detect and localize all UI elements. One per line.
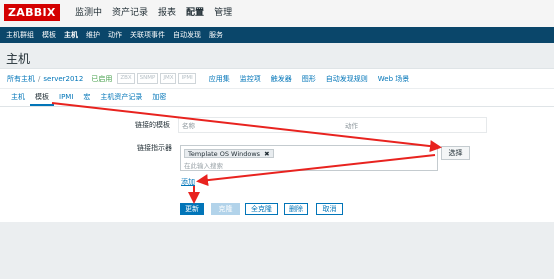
selected-template-name: Template OS Windows [188, 150, 261, 158]
full-clone-button[interactable]: 全克隆 [245, 203, 278, 215]
jmx-availability-badge: JMX [160, 73, 177, 84]
linked-templates-label: 链接的模板 [135, 121, 170, 129]
top-menu-administration[interactable]: 管理 [209, 0, 237, 27]
ipmi-availability-badge: IPMI [178, 73, 196, 84]
top-menu: 监测中 资产记录 报表 配置 管理 [70, 0, 237, 27]
link-indicator-label: 链接指示器 [137, 144, 172, 152]
sub-menu-actions[interactable]: 动作 [104, 27, 126, 43]
link-discovery-rules[interactable]: 自动发现规则 [321, 74, 373, 84]
link-web-scenarios[interactable]: Web 场景 [373, 74, 415, 84]
tab-templates[interactable]: 模板 [30, 89, 54, 106]
sub-menu-host-groups[interactable]: 主机群组 [2, 27, 38, 43]
host-tabs: 主机 模板 IPMI 宏 主机资产记录 加密 [0, 88, 554, 106]
template-search-input[interactable]: 在此输入搜索 [184, 160, 223, 170]
link-applications[interactable]: 应用集 [204, 74, 235, 84]
clone-button[interactable]: 克隆 [211, 203, 240, 215]
breadcrumb-all-hosts[interactable]: 所有主机 [4, 74, 38, 84]
remove-template-icon[interactable]: ✖ [264, 150, 269, 158]
sub-menu-services[interactable]: 服务 [205, 27, 227, 43]
top-bar: ZABBIX 监测中 资产记录 报表 配置 管理 [0, 0, 554, 27]
breadcrumb-host[interactable]: server2012 [40, 75, 86, 83]
sub-menu: 主机群组 模板 主机 维护 动作 关联项事件 自动发现 服务 [0, 27, 554, 43]
tab-encryption[interactable]: 加密 [147, 89, 171, 106]
host-status[interactable]: 已启用 [86, 74, 117, 84]
delete-button[interactable]: 删除 [284, 203, 308, 215]
linked-templates-table: 名称 动作 [178, 117, 487, 133]
link-items[interactable]: 监控项 [235, 74, 266, 84]
tab-inventory[interactable]: 主机资产记录 [95, 89, 147, 106]
sub-menu-hosts[interactable]: 主机 [60, 27, 82, 43]
snmp-availability-badge: SNMP [136, 73, 159, 84]
column-action: 动作 [345, 122, 358, 130]
select-button[interactable]: 选择 [441, 146, 470, 160]
column-name: 名称 [182, 122, 195, 130]
cancel-button[interactable]: 取消 [316, 203, 343, 215]
sub-menu-templates[interactable]: 模板 [38, 27, 60, 43]
tab-ipmi[interactable]: IPMI [54, 89, 78, 106]
tab-macros[interactable]: 宏 [78, 89, 95, 106]
top-menu-configuration[interactable]: 配置 [181, 0, 209, 27]
add-link[interactable]: 添加 [181, 177, 195, 187]
zbx-availability-badge: ZBX [117, 73, 135, 84]
update-button[interactable]: 更新 [180, 203, 204, 215]
top-menu-monitoring[interactable]: 监测中 [70, 0, 107, 27]
link-graphs[interactable]: 图形 [297, 74, 321, 84]
template-multiselect[interactable]: Template OS Windows ✖ 在此输入搜索 [180, 145, 438, 171]
zabbix-logo[interactable]: ZABBIX [4, 4, 60, 21]
link-triggers[interactable]: 触发器 [266, 74, 297, 84]
sub-menu-maintenance[interactable]: 维护 [82, 27, 104, 43]
tab-host[interactable]: 主机 [6, 89, 30, 106]
top-menu-reports[interactable]: 报表 [153, 0, 181, 27]
selected-template-chip: Template OS Windows ✖ [184, 149, 274, 158]
top-menu-inventory[interactable]: 资产记录 [107, 0, 153, 27]
sub-menu-correlation[interactable]: 关联项事件 [126, 27, 169, 43]
host-navigation: 所有主机 / server2012 已启用 ZBX SNMP JMX IPMI … [0, 68, 554, 88]
sub-menu-discovery[interactable]: 自动发现 [169, 27, 205, 43]
page-title: 主机 [6, 52, 31, 66]
